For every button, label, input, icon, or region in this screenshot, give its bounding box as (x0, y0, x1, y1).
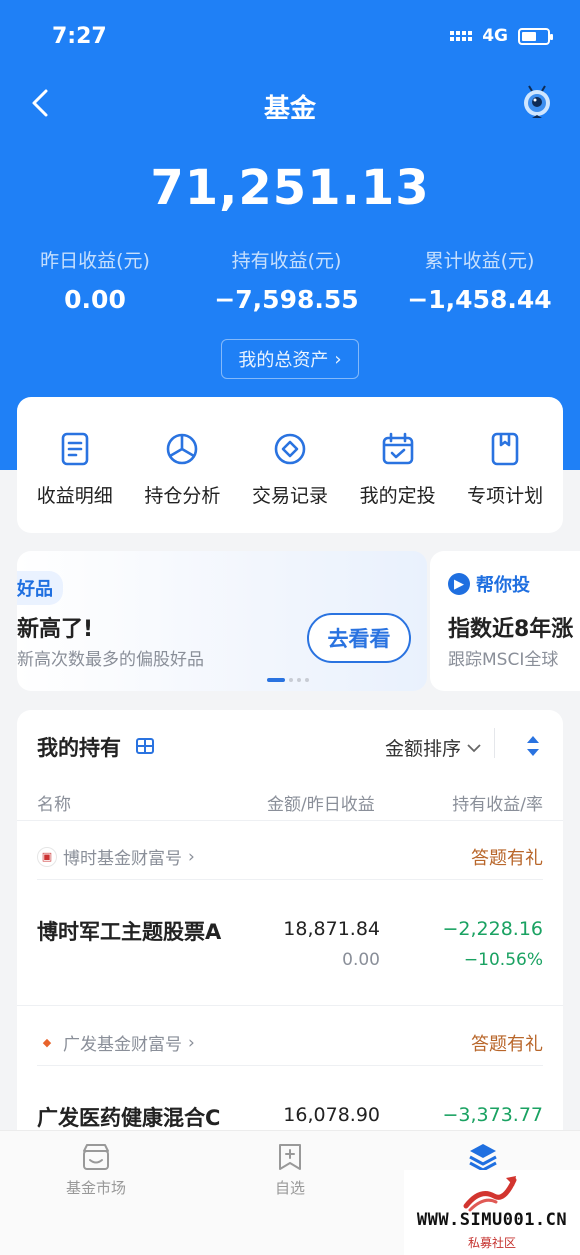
company-link[interactable]: ◆ 广发基金财富号 › (37, 1030, 195, 1056)
divider (494, 728, 495, 758)
stat-value: −7,598.55 (214, 285, 359, 314)
signal-icon (450, 31, 473, 41)
sort-label: 金额排序 (384, 738, 461, 760)
divider (17, 820, 563, 821)
stat-cumulative: 累计收益(元) −1,458.44 (383, 246, 576, 314)
watermark-subtext: 私募社区 (467, 1236, 516, 1250)
watermark-logo-icon (463, 1176, 517, 1212)
company-link[interactable]: ▣ 博时基金财富号 › (37, 844, 195, 869)
fund-name: 博时军工主题股票A (37, 920, 222, 944)
carousel-indicator (267, 678, 309, 682)
stat-holding: 持有收益(元) −7,598.55 (190, 246, 383, 314)
holding-group: ▣ 博时基金财富号 › 答题有礼 博时军工主题股票A 18,871.84 0.0… (37, 844, 543, 1004)
chevron-right-icon: › (188, 1032, 195, 1053)
fund-amount: 18,871.84 (283, 918, 380, 940)
grid-icon[interactable] (135, 736, 155, 756)
tab-fund-market[interactable]: 基金市场 (36, 1141, 156, 1198)
watermark-text: WWW.SIMU001.CN (416, 1210, 568, 1230)
shortcut-special-plan[interactable]: 专项计划 (451, 397, 559, 533)
total-assets-button[interactable]: 我的总资产 › (221, 339, 359, 379)
pie-chart-icon (167, 433, 198, 465)
stat-label: 昨日收益(元) (40, 250, 150, 272)
banner-title: 新高了! (17, 617, 94, 642)
fund-hold-profit: −3,373.77 (442, 1104, 543, 1126)
earnings-stats: 昨日收益(元) 0.00 持有收益(元) −7,598.55 累计收益(元) −… (0, 246, 580, 314)
play-logo-icon: ▶ (448, 573, 470, 595)
nav-bar: 基金 (0, 80, 580, 128)
chevron-right-icon: › (334, 348, 342, 370)
fund-day-profit: 0.00 (342, 950, 380, 970)
battery-icon (518, 27, 553, 45)
robot-assistant-icon[interactable] (520, 84, 554, 122)
layers-icon (469, 1144, 497, 1172)
tab-label: 基金市场 (65, 1179, 126, 1197)
chevron-right-icon: › (188, 846, 195, 867)
banner2-tag-label: 帮你投 (476, 575, 530, 596)
calendar-check-icon (382, 432, 413, 465)
column-amount: 金额/昨日收益 (267, 795, 375, 815)
banner-go-button[interactable]: 去看看 (307, 613, 411, 663)
stat-value: −1,458.44 (407, 285, 552, 314)
shortcut-panel: 收益明细 持仓分析 交易记录 我的定投 专项计划 (17, 397, 563, 533)
total-assets-value: 71,251.13 (150, 160, 430, 216)
stat-yesterday: 昨日收益(元) 0.00 (0, 246, 190, 314)
sort-toggle-icon[interactable] (525, 732, 541, 760)
page-title: 基金 (263, 94, 316, 124)
stat-label: 持有收益(元) (231, 250, 342, 272)
add-square-icon (279, 1144, 301, 1170)
shortcut-label: 我的定投 (359, 485, 436, 507)
fund-name: 广发医药健康混合C (37, 1106, 221, 1130)
shortcut-earnings-detail[interactable]: 收益明细 (21, 397, 129, 533)
fund-hold-rate: −10.56% (463, 950, 543, 970)
promo-banner-next[interactable]: ▶ 帮你投 指数近8年涨 跟踪MSCI全球 (430, 551, 580, 691)
company-name: 博时基金财富号 (63, 849, 182, 869)
divider (37, 879, 543, 880)
gf-logo-icon: ◆ (42, 1036, 52, 1049)
watermark: WWW.SIMU001.CN 私募社区 (404, 1170, 580, 1255)
shortcut-transactions[interactable]: 交易记录 (236, 397, 344, 533)
shortcut-label: 交易记录 (251, 485, 328, 507)
banner2-subtitle: 跟踪MSCI全球 (448, 650, 559, 670)
promo-link[interactable]: 答题有礼 (471, 1030, 543, 1056)
bosera-logo-icon: ▣ (37, 846, 57, 867)
banner-tag: 好品 (17, 571, 63, 605)
column-name: 名称 (37, 795, 71, 815)
holdings-title: 我的持有 (37, 736, 121, 760)
sort-dropdown[interactable]: 金额排序 (385, 734, 481, 761)
banner2-title: 指数近8年涨 (448, 617, 574, 642)
banner2-tag: ▶ 帮你投 (448, 571, 530, 597)
stat-label: 累计收益(元) (424, 250, 535, 272)
diamond-circle-icon (274, 433, 306, 465)
company-name: 广发基金财富号 (63, 1035, 182, 1055)
stat-value: 0.00 (64, 285, 126, 314)
tab-label: 自选 (274, 1179, 305, 1197)
divider (17, 1005, 563, 1006)
tab-watchlist[interactable]: 自选 (230, 1141, 350, 1198)
fund-hold-profit: −2,228.16 (442, 918, 543, 940)
shortcut-label: 收益明细 (36, 485, 113, 507)
bookmark-icon (491, 432, 519, 466)
network-type: 4G (482, 26, 508, 46)
status-bar: 7:27 4G (0, 0, 580, 74)
promo-link[interactable]: 答题有礼 (471, 844, 543, 870)
shortcut-label: 持仓分析 (144, 485, 221, 507)
shortcut-position-analysis[interactable]: 持仓分析 (129, 397, 237, 533)
total-assets-label: 我的总资产 (238, 350, 329, 371)
chevron-down-icon (467, 743, 481, 752)
shortcut-my-plans[interactable]: 我的定投 (344, 397, 452, 533)
column-headers: 名称 金额/昨日收益 持有收益/率 (37, 790, 543, 815)
banner-subtitle: 新高次数最多的偏股好品 (17, 650, 204, 670)
column-profit: 持有收益/率 (452, 795, 543, 815)
document-icon (61, 432, 89, 466)
holdings-card: 我的持有 金额排序 名称 金额/昨日收益 持有收益/率 ▣ 博时基金财富号 › (17, 710, 563, 1150)
shortcut-label: 专项计划 (467, 485, 544, 507)
promo-banner[interactable]: 好品 新高了! 新高次数最多的偏股好品 去看看 (17, 551, 427, 691)
holdings-header: 我的持有 金额排序 (37, 728, 543, 762)
status-time: 7:27 (52, 24, 107, 49)
fund-amount: 16,078.90 (283, 1104, 380, 1126)
status-indicators: 4G (450, 26, 553, 46)
divider (37, 1065, 543, 1066)
market-icon (83, 1144, 109, 1170)
